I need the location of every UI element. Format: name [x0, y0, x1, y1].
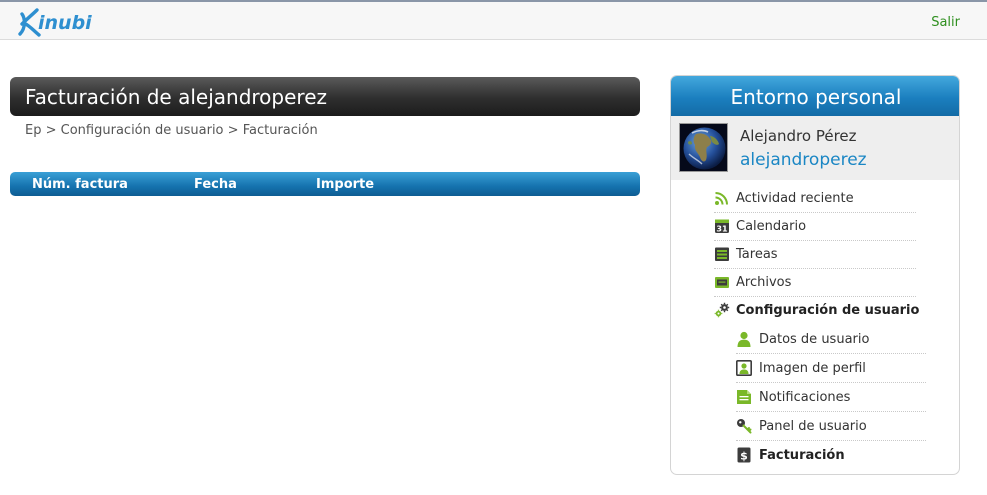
svg-text:$: $ — [740, 450, 748, 463]
breadcrumb-separator: > — [227, 123, 239, 138]
sidebar-item-label: Notificaciones — [759, 390, 851, 405]
user-icon — [737, 331, 751, 347]
calendar-icon: 31 — [715, 219, 729, 234]
sidebar-item-label: Calendario — [736, 219, 807, 234]
sidebar-subitem-notificaciones[interactable]: Notificaciones — [736, 383, 926, 412]
logout-link[interactable]: Salir — [931, 15, 960, 30]
breadcrumb: Ep > Configuración de usuario > Facturac… — [25, 123, 318, 138]
personal-environment-panel: Entorno personal Alejandro Pérez alejand… — [670, 75, 960, 475]
sidebar-item-actividad-reciente[interactable]: Actividad reciente — [714, 185, 916, 213]
user-summary: Alejandro Pérez alejandroperez — [671, 116, 959, 180]
sidebar-subitem-imagen-de-perfil[interactable]: Imagen de perfil — [736, 354, 926, 383]
sidebar-item-tareas[interactable]: Tareas — [714, 241, 916, 269]
billing-icon: $ — [737, 447, 751, 463]
top-bar: inubi Salir — [0, 0, 987, 40]
sidebar-item-archivos[interactable]: Archivos — [714, 269, 916, 297]
page-title-bar: Facturación de alejandroperez — [10, 77, 640, 116]
files-icon — [715, 277, 729, 288]
sidebar-item-label: Tareas — [736, 247, 778, 262]
panel-title: Entorno personal — [730, 85, 902, 109]
sidebar-item-label: Facturación — [759, 448, 845, 463]
sidebar-item-label: Archivos — [736, 275, 792, 290]
sidebar-item-label: Datos de usuario — [759, 332, 870, 347]
column-header-date: Fecha — [194, 177, 237, 192]
kinubi-logo[interactable]: inubi — [16, 4, 114, 40]
breadcrumb-item-ep[interactable]: Ep — [25, 123, 41, 138]
invoices-table-header: Núm. factura Fecha Importe — [10, 172, 640, 196]
column-header-amount: Importe — [316, 177, 375, 192]
sidebar-subitem-datos-de-usuario[interactable]: Datos de usuario — [736, 325, 926, 354]
breadcrumb-separator: > — [45, 123, 57, 138]
gears-icon — [714, 302, 730, 318]
column-header-invoice-number: Núm. factura — [32, 177, 128, 192]
sidebar-subitem-facturacion[interactable]: $ Facturación — [736, 441, 926, 470]
sidebar-item-label: Configuración de usuario — [736, 303, 920, 318]
sidebar-item-configuracion-de-usuario[interactable]: Configuración de usuario — [714, 297, 920, 325]
tasks-icon — [715, 247, 729, 261]
sidebar-item-label: Imagen de perfil — [759, 361, 866, 376]
svg-text:31: 31 — [716, 225, 728, 234]
username-link[interactable]: alejandroperez — [740, 150, 867, 170]
key-icon — [737, 419, 752, 434]
breadcrumb-item-facturacion: Facturación — [242, 123, 318, 138]
panel-header: Entorno personal — [671, 76, 959, 116]
user-full-name: Alejandro Pérez — [740, 127, 857, 145]
sidebar-item-label: Panel de usuario — [759, 419, 867, 434]
avatar[interactable] — [679, 123, 728, 172]
sidebar-subitem-panel-de-usuario[interactable]: Panel de usuario — [736, 412, 926, 441]
rss-icon — [715, 192, 728, 205]
svg-text:inubi: inubi — [38, 12, 92, 34]
notifications-icon — [737, 390, 751, 404]
sidebar-item-label: Actividad reciente — [736, 191, 854, 206]
breadcrumb-item-configuracion[interactable]: Configuración de usuario — [61, 123, 224, 138]
sidebar-item-calendario[interactable]: 31 Calendario — [714, 213, 916, 241]
profile-image-icon — [736, 360, 752, 376]
page-title: Facturación de alejandroperez — [25, 85, 328, 109]
